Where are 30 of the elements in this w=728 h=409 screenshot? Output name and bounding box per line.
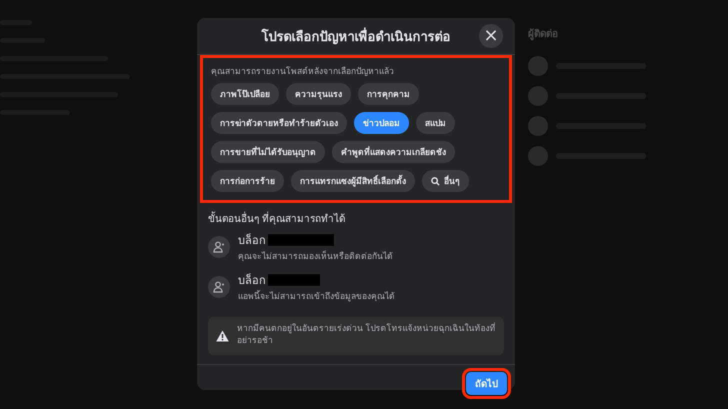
person-icon [208,276,230,298]
avatar[interactable] [528,146,548,166]
hint-text: คุณสามารถรายงานโพสต์หลังจากเลือกปัญหาแล้ว [211,65,395,78]
reason-chip[interactable]: ภาพโป๊เปลือย [211,83,279,105]
warning-icon [216,330,229,342]
block-description: แอพนี้จะไม่สามารถเข้าถึงข้อมูลของคุณได้ [238,289,395,303]
avatar[interactable] [528,86,548,106]
avatar[interactable] [528,56,548,76]
contacts-heading: ผู้ติดต่อ [528,27,559,41]
reason-chip[interactable]: การขายที่ไม่ได้รับอนุญาต [211,141,325,163]
block-action[interactable]: บล็อก [238,271,266,289]
reason-chip[interactable]: การก่อการร้าย [211,170,284,192]
reason-chip[interactable]: ความรุนแรง [286,83,351,105]
block-description: คุณจะไม่สามารถมองเห็นหรือติดต่อกันได้ [238,250,393,263]
redaction-bar [268,234,334,246]
reason-chip[interactable]: การฆ่าตัวตายหรือทำร้ายตัวเอง [211,112,347,134]
dialog-title: โปรดเลือกปัญหาเพื่อดำเนินการต่อ [262,26,450,46]
block-action[interactable]: บล็อก [238,231,266,249]
section-heading: ขั้นตอนอื่นๆ ที่คุณสามารถทำได้ [208,211,504,226]
notice-text: หากมีคนตกอยู่ในอันตรายเร่งด่วน โปรดโทรแจ้งหน่วยฉุกเฉินในท้องที่ อย่ารอช้า [237,324,496,348]
avatar[interactable] [528,116,548,136]
close-button[interactable]: × [479,24,503,48]
person-icon [208,236,230,258]
redaction-bar [268,274,320,286]
reason-chip[interactable]: การคุกคาม [358,83,419,105]
reason-chip[interactable]: สแปม [416,112,455,134]
search-icon [431,176,440,186]
other-chip[interactable]: อื่นๆ [422,170,469,192]
reason-chip[interactable]: คำพูดที่แสดงความเกลียดชัง [332,141,455,163]
reason-chip[interactable]: การแทรกแซงผู้มีสิทธิ์เลือกตั้ง [291,170,415,192]
